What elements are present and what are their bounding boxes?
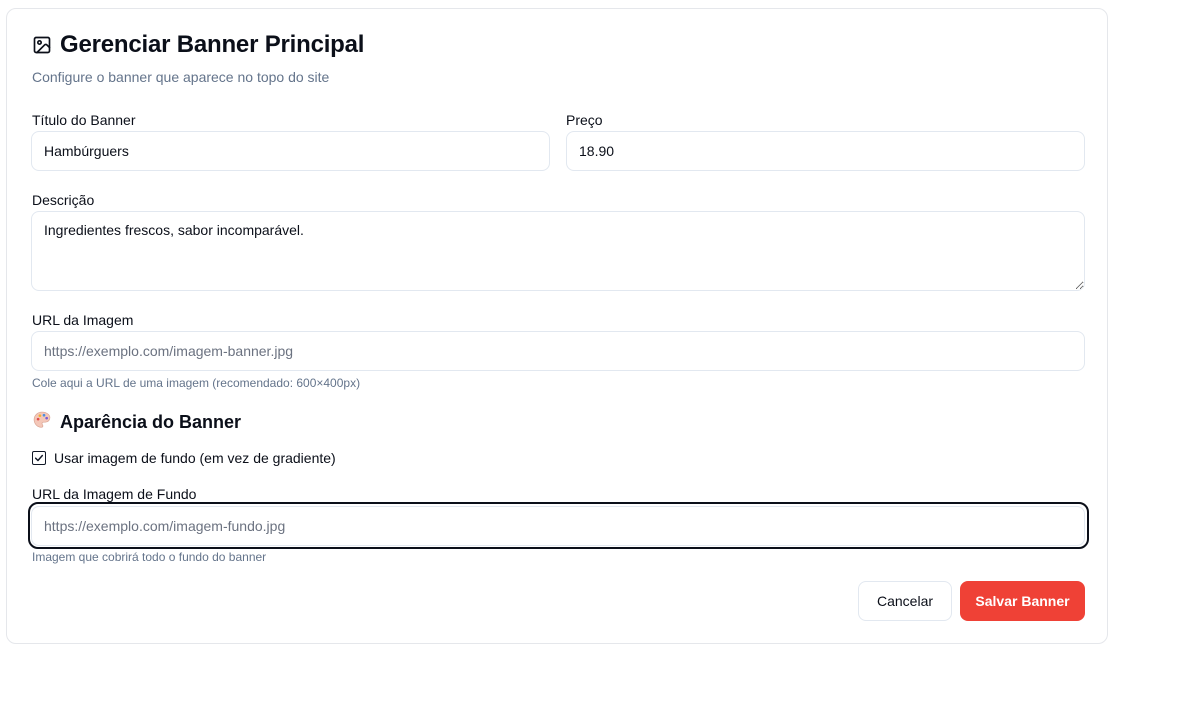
appearance-section-title: Aparência do Banner	[32, 410, 241, 435]
page-subtitle: Configure o banner que aparece no topo d…	[32, 69, 330, 85]
use-bg-image-label[interactable]: Usar imagem de fundo (em vez de gradient…	[54, 450, 336, 466]
title-row: Gerenciar Banner Principal	[32, 31, 364, 59]
cancel-button[interactable]: Cancelar	[858, 581, 952, 621]
bg-url-input[interactable]	[31, 506, 1085, 546]
use-bg-image-checkbox[interactable]	[32, 451, 46, 465]
palette-icon	[32, 410, 52, 435]
page-title: Gerenciar Banner Principal	[60, 31, 365, 58]
image-icon	[32, 35, 52, 55]
description-textarea[interactable]: Ingredientes frescos, sabor incomparável…	[31, 211, 1085, 291]
price-input[interactable]	[566, 131, 1085, 171]
appearance-title-text: Aparência do Banner	[60, 412, 242, 432]
price-label: Preço	[566, 112, 603, 128]
banner-settings-card: Gerenciar Banner Principal Configure o b…	[6, 8, 1108, 644]
save-banner-button[interactable]: Salvar Banner	[960, 581, 1085, 621]
description-label: Descrição	[32, 192, 95, 208]
bg-url-helper: Imagem que cobrirá todo o fundo do banne…	[32, 550, 267, 564]
banner-title-label: Título do Banner	[32, 112, 136, 128]
image-url-label: URL da Imagem	[32, 312, 134, 328]
card-header: Gerenciar Banner Principal Configure o b…	[32, 31, 364, 85]
image-url-helper: Cole aqui a URL de uma imagem (recomenda…	[32, 376, 361, 390]
banner-title-input[interactable]	[31, 131, 550, 171]
image-url-input[interactable]	[31, 331, 1085, 371]
bg-url-label: URL da Imagem de Fundo	[32, 486, 197, 502]
use-bg-image-row[interactable]: Usar imagem de fundo (em vez de gradient…	[32, 450, 336, 466]
